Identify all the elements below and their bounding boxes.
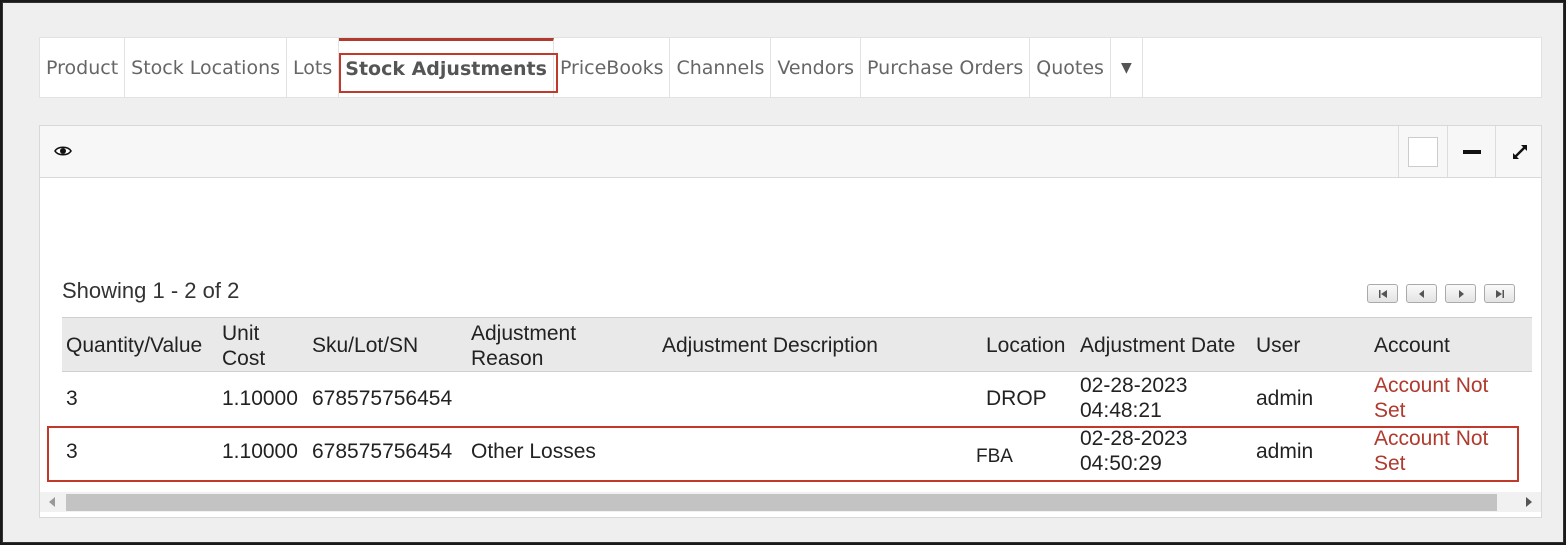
account-link-line1: Account Not xyxy=(1374,427,1489,450)
account-link-line2: Set xyxy=(1374,399,1406,422)
header-location[interactable]: Location xyxy=(986,333,1065,358)
header-adjustment-description[interactable]: Adjustment Description xyxy=(662,333,878,358)
header-user[interactable]: User xyxy=(1256,333,1300,358)
adjustments-table: Quantity/Value Unit Cost Sku/Lot/SN Adju… xyxy=(47,317,1532,482)
cell-sku: 678575756454 xyxy=(312,440,453,463)
minimize-button[interactable] xyxy=(1447,126,1495,177)
tab-stock-adjustments-label: Stock Adjustments xyxy=(345,58,547,80)
scrollbar-thumb[interactable] xyxy=(66,494,1497,511)
first-page-button[interactable] xyxy=(1367,284,1398,303)
cell-reason: Other Losses xyxy=(471,440,596,463)
tab-product[interactable]: Product xyxy=(40,38,126,97)
next-page-button[interactable] xyxy=(1445,284,1476,303)
cell-adjustment-date: 02-28-2023 04:48:21 xyxy=(1080,373,1187,423)
cell-time: 04:50:29 xyxy=(1080,452,1162,475)
pager xyxy=(1367,284,1515,303)
tab-stock-adjustments[interactable]: Stock Adjustments xyxy=(339,38,558,97)
account-not-set-link[interactable]: Account Not Set xyxy=(1374,426,1488,476)
last-page-button[interactable] xyxy=(1484,284,1515,303)
last-page-icon xyxy=(1495,289,1504,298)
account-link-line1: Account Not xyxy=(1374,374,1489,397)
cell-date: 02-28-2023 xyxy=(1080,427,1188,450)
scroll-right-icon[interactable] xyxy=(1526,497,1532,507)
cell-unit-cost: 1.10000 xyxy=(222,440,298,463)
expand-icon xyxy=(1512,144,1527,159)
cell-time: 04:48:21 xyxy=(1080,399,1162,422)
header-unit-cost[interactable]: Unit Cost xyxy=(222,321,265,371)
horizontal-scrollbar[interactable] xyxy=(40,492,1541,512)
stock-adjustments-panel: Showing 1 - 2 of 2 Quantity/Value Unit C… xyxy=(39,125,1542,518)
tab-bar: Product Stock Locations Lots Stock Adjus… xyxy=(39,37,1542,98)
eye-icon[interactable] xyxy=(54,144,72,158)
prev-page-icon xyxy=(1418,289,1424,298)
cell-user: admin xyxy=(1256,440,1314,463)
tab-vendors[interactable]: Vendors xyxy=(771,38,862,97)
minimize-icon xyxy=(1462,149,1481,154)
prev-page-button[interactable] xyxy=(1406,284,1437,303)
cell-sku: 678575756454 xyxy=(312,387,453,410)
header-account[interactable]: Account xyxy=(1374,333,1450,358)
header-reason-line1: Adjustment xyxy=(471,322,577,345)
account-link-line2: Set xyxy=(1374,452,1406,475)
tab-lots[interactable]: Lots xyxy=(287,38,340,97)
next-page-icon xyxy=(1458,289,1464,298)
cell-user: admin xyxy=(1256,387,1314,410)
tab-channels[interactable]: Channels xyxy=(670,38,772,97)
cell-date: 02-28-2023 xyxy=(1080,374,1188,397)
header-unit-cost-line2: Cost xyxy=(222,347,266,370)
caret-down-icon: ▼ xyxy=(1120,59,1132,76)
header-sku[interactable]: Sku/Lot/SN xyxy=(312,333,418,358)
cell-location: FBA xyxy=(976,446,1013,467)
tab-pricebooks[interactable]: PriceBooks xyxy=(554,38,671,97)
checkbox[interactable] xyxy=(1407,136,1438,167)
panel-header xyxy=(40,126,1541,178)
scroll-left-icon[interactable] xyxy=(49,497,55,507)
cell-adjustment-date: 02-28-2023 04:50:29 xyxy=(1080,426,1187,476)
cell-quantity: 3 xyxy=(66,440,78,463)
table-row[interactable]: 3 1.10000 678575756454 DROP 02-28-2023 0… xyxy=(62,372,1532,425)
header-quantity[interactable]: Quantity/Value xyxy=(66,333,202,358)
tab-stock-locations[interactable]: Stock Locations xyxy=(125,38,288,97)
cell-quantity: 3 xyxy=(66,387,78,410)
table-header: Quantity/Value Unit Cost Sku/Lot/SN Adju… xyxy=(62,317,1532,372)
tab-purchase-orders[interactable]: Purchase Orders xyxy=(861,38,1031,97)
tab-quotes[interactable]: Quotes xyxy=(1030,38,1111,97)
header-adjustment-reason[interactable]: Adjustment Reason xyxy=(471,321,576,371)
cell-unit-cost: 1.10000 xyxy=(222,387,298,410)
screenshot-frame: Product Stock Locations Lots Stock Adjus… xyxy=(2,2,1564,543)
header-adjustment-date[interactable]: Adjustment Date xyxy=(1080,333,1235,358)
cell-location: DROP xyxy=(986,387,1047,410)
header-unit-cost-line1: Unit xyxy=(222,322,260,345)
more-tabs-dropdown[interactable]: ▼ xyxy=(1111,38,1143,97)
pagination-summary: Showing 1 - 2 of 2 xyxy=(62,278,240,303)
select-checkbox-button[interactable] xyxy=(1398,126,1446,177)
expand-button[interactable] xyxy=(1495,126,1543,177)
account-not-set-link[interactable]: Account Not Set xyxy=(1374,373,1488,423)
header-reason-line2: Reason xyxy=(471,347,544,370)
first-page-icon xyxy=(1378,289,1387,298)
table-row[interactable]: 3 1.10000 678575756454 Other Losses FBA … xyxy=(47,425,1532,482)
